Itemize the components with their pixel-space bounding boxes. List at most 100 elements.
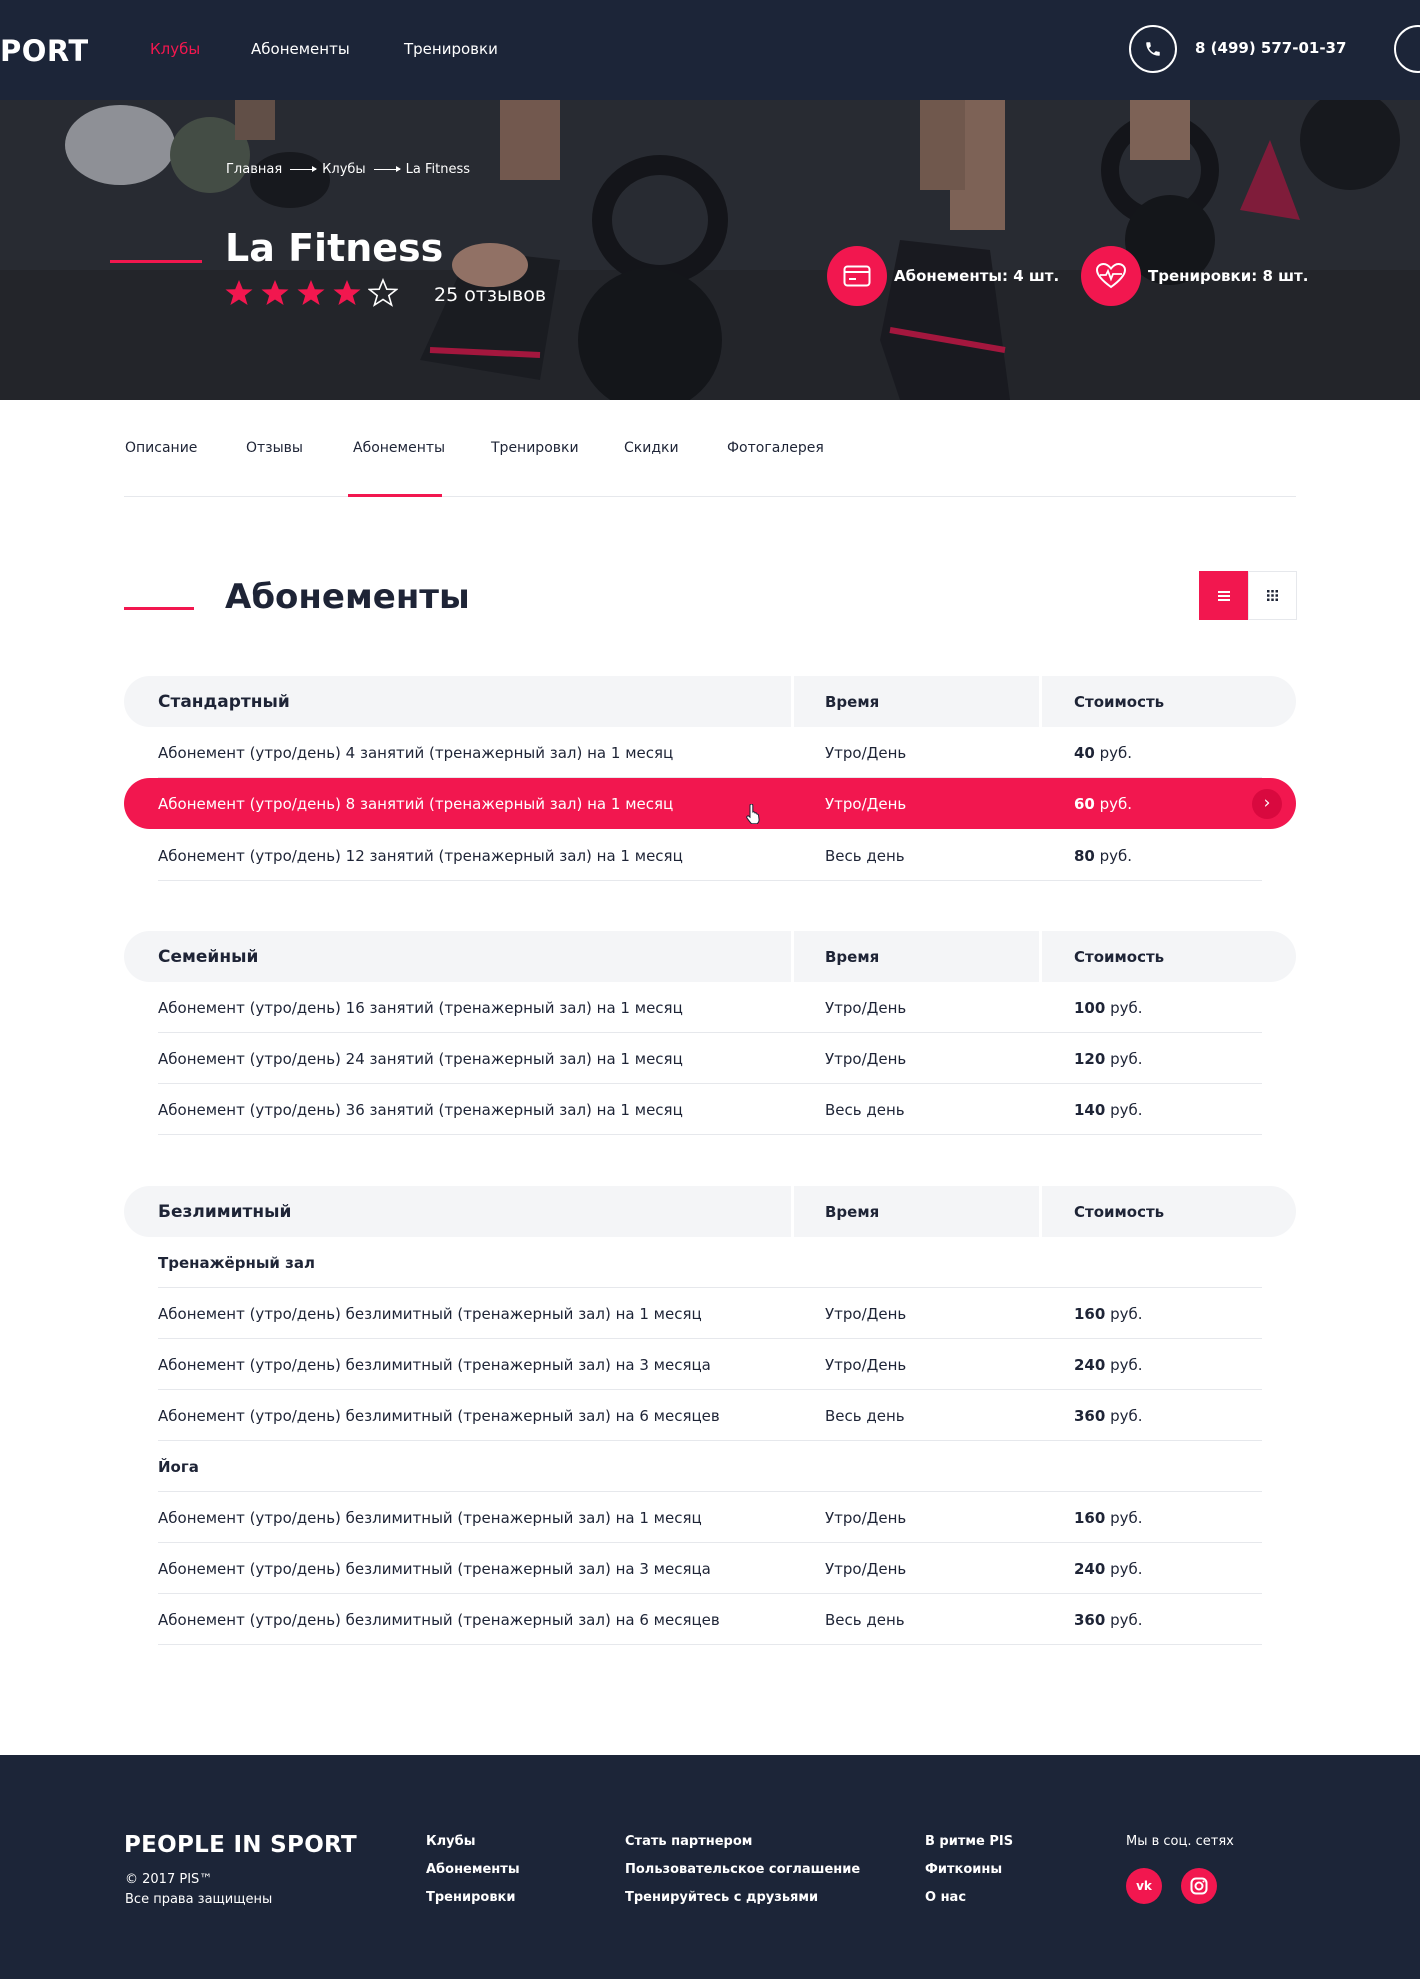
group-header-unlimited: Безлимитный Время Стоимость bbox=[124, 1186, 1296, 1237]
tab-trainings[interactable]: Тренировки bbox=[491, 440, 579, 456]
table-row[interactable]: Абонемент (утро/день) 4 занятий (тренаже… bbox=[124, 727, 1296, 778]
footer-link-partner[interactable]: Стать партнером bbox=[625, 1834, 752, 1849]
footer-link-trainings[interactable]: Тренировки bbox=[426, 1890, 515, 1905]
footer-brand[interactable]: PEOPLE IN SPORT bbox=[124, 1832, 357, 1858]
subgroup-row: Йога bbox=[124, 1441, 1296, 1492]
tab-reviews[interactable]: Отзывы bbox=[246, 440, 303, 456]
nav-link-subscriptions[interactable]: Абонементы bbox=[251, 40, 350, 58]
subscription-price: 240 руб. bbox=[1074, 1560, 1143, 1578]
active-tab-indicator bbox=[348, 494, 442, 497]
nav-link-clubs[interactable]: Клубы bbox=[150, 40, 200, 58]
subgroup-row: Тренажёрный зал bbox=[124, 1237, 1296, 1288]
subscription-time: Утро/День bbox=[825, 1050, 907, 1068]
subscription-price: 360 руб. bbox=[1074, 1407, 1143, 1425]
star-filled-icon bbox=[297, 280, 325, 305]
subscription-price: 100 руб. bbox=[1074, 999, 1143, 1017]
column-header-price: Стоимость bbox=[1074, 1203, 1165, 1221]
subscription-price: 160 руб. bbox=[1074, 1305, 1143, 1323]
group-name: Семейный bbox=[158, 947, 259, 967]
phone-button[interactable] bbox=[1129, 25, 1177, 73]
subscription-time: Весь день bbox=[825, 1101, 905, 1119]
breadcrumb-current: La Fitness bbox=[405, 162, 471, 177]
group-name: Стандартный bbox=[158, 692, 290, 712]
tab-description[interactable]: Описание bbox=[125, 440, 197, 456]
table-row[interactable]: Абонемент (утро/день) безлимитный (трена… bbox=[124, 1492, 1296, 1543]
vk-icon[interactable]: vk bbox=[1126, 1868, 1162, 1904]
user-icon[interactable] bbox=[1394, 25, 1420, 73]
subscription-name: Абонемент (утро/день) 4 занятий (тренаже… bbox=[158, 744, 674, 762]
group-name: Безлимитный bbox=[158, 1202, 292, 1222]
tab-discounts[interactable]: Скидки bbox=[624, 440, 679, 456]
grid-view-button[interactable] bbox=[1248, 571, 1297, 620]
table-row[interactable]: Абонемент (утро/день) безлимитный (трена… bbox=[124, 1339, 1296, 1390]
club-title: La Fitness bbox=[225, 226, 444, 270]
footer-link-about[interactable]: О нас bbox=[925, 1890, 966, 1905]
subscription-time: Утро/День bbox=[825, 795, 907, 813]
subscription-price: 120 руб. bbox=[1074, 1050, 1143, 1068]
subscription-time: Утро/День bbox=[825, 1356, 907, 1374]
breadcrumb-clubs[interactable]: Клубы bbox=[322, 162, 366, 177]
table-row[interactable]: Абонемент (утро/день) безлимитный (трена… bbox=[124, 1288, 1296, 1339]
table-row-highlighted[interactable]: Абонемент (утро/день) 8 занятий (тренаже… bbox=[124, 778, 1296, 829]
rating-stars bbox=[224, 278, 398, 308]
footer-link-friends[interactable]: Тренируйтесь с друзьями bbox=[625, 1890, 818, 1905]
subscription-time: Утро/День bbox=[825, 1509, 907, 1527]
star-empty-icon bbox=[368, 278, 398, 307]
star-filled-icon bbox=[261, 280, 289, 305]
table-row[interactable]: Абонемент (утро/день) безлимитный (трена… bbox=[124, 1594, 1296, 1645]
table-row[interactable]: Абонемент (утро/день) 24 занятий (тренаж… bbox=[124, 1033, 1296, 1084]
nav-link-trainings[interactable]: Тренировки bbox=[404, 40, 498, 58]
chevron-right-icon[interactable]: › bbox=[1252, 789, 1282, 819]
column-header-time: Время bbox=[825, 948, 880, 966]
hero-banner: Главная Клубы La Fitness La Fitness 25 о… bbox=[0, 100, 1420, 400]
subscription-name: Абонемент (утро/день) безлимитный (трена… bbox=[158, 1560, 711, 1578]
table-row[interactable]: Абонемент (утро/день) безлимитный (трена… bbox=[124, 1390, 1296, 1441]
subscription-price: 240 руб. bbox=[1074, 1356, 1143, 1374]
subscription-name: Абонемент (утро/день) 24 занятий (тренаж… bbox=[158, 1050, 683, 1068]
column-divider bbox=[791, 1186, 794, 1237]
table-row[interactable]: Абонемент (утро/день) 36 занятий (тренаж… bbox=[124, 1084, 1296, 1135]
footer-link-rhythm[interactable]: В ритме PIS bbox=[925, 1834, 1013, 1849]
footer-link-clubs[interactable]: Клубы bbox=[426, 1834, 475, 1849]
subscription-price: 140 руб. bbox=[1074, 1101, 1143, 1119]
breadcrumb-home[interactable]: Главная bbox=[226, 162, 282, 177]
tab-subscriptions[interactable]: Абонементы bbox=[353, 440, 445, 456]
footer-copyright: © 2017 PIS™ bbox=[125, 1872, 213, 1887]
phone-number[interactable]: 8 (499) 577-01-37 bbox=[1195, 39, 1346, 57]
column-divider bbox=[791, 931, 794, 982]
subscription-name: Абонемент (утро/день) безлимитный (трена… bbox=[158, 1509, 702, 1527]
table-row[interactable]: Абонемент (утро/день) 12 занятий (тренаж… bbox=[124, 830, 1296, 881]
column-header-price: Стоимость bbox=[1074, 948, 1165, 966]
table-row[interactable]: Абонемент (утро/день) безлимитный (трена… bbox=[124, 1543, 1296, 1594]
subscription-time: Утро/День bbox=[825, 1305, 907, 1323]
subscription-price: 80 руб. bbox=[1074, 847, 1133, 865]
breadcrumb: Главная Клубы La Fitness bbox=[226, 162, 470, 177]
footer-link-fitcoins[interactable]: Фиткоины bbox=[925, 1862, 1002, 1877]
footer-link-agreement[interactable]: Пользовательское соглашение bbox=[625, 1862, 860, 1877]
subscription-time: Весь день bbox=[825, 1611, 905, 1629]
hand-cursor-icon bbox=[746, 804, 760, 824]
social-label: Мы в соц. сетях bbox=[1126, 1834, 1234, 1849]
subscription-name: Абонемент (утро/день) 8 занятий (тренаже… bbox=[158, 795, 674, 813]
column-divider bbox=[1039, 1186, 1042, 1237]
footer-link-subscriptions[interactable]: Абонементы bbox=[426, 1862, 520, 1877]
column-header-price: Стоимость bbox=[1074, 693, 1165, 711]
subscription-name: Абонемент (утро/день) 12 занятий (тренаж… bbox=[158, 847, 683, 865]
tab-gallery[interactable]: Фотогалерея bbox=[727, 440, 824, 456]
subscription-time: Утро/День bbox=[825, 999, 907, 1017]
footer-rights: Все права защищены bbox=[125, 1892, 273, 1907]
column-divider bbox=[791, 676, 794, 727]
table-row[interactable]: Абонемент (утро/день) 16 занятий (тренаж… bbox=[124, 982, 1296, 1033]
subscription-name: Абонемент (утро/день) 16 занятий (тренаж… bbox=[158, 999, 683, 1017]
grid-icon bbox=[1267, 590, 1278, 601]
site-logo[interactable]: PORT bbox=[0, 34, 89, 68]
instagram-icon[interactable] bbox=[1181, 1868, 1217, 1904]
subscription-time: Утро/День bbox=[825, 1560, 907, 1578]
subscription-price: 160 руб. bbox=[1074, 1509, 1143, 1527]
column-divider bbox=[1039, 931, 1042, 982]
reviews-count[interactable]: 25 отзывов bbox=[434, 284, 546, 306]
list-view-button[interactable] bbox=[1199, 571, 1248, 620]
subscription-price: 60 руб. bbox=[1074, 795, 1133, 813]
site-footer: PEOPLE IN SPORT © 2017 PIS™ Все права за… bbox=[0, 1755, 1420, 1979]
star-filled-icon bbox=[225, 280, 253, 305]
